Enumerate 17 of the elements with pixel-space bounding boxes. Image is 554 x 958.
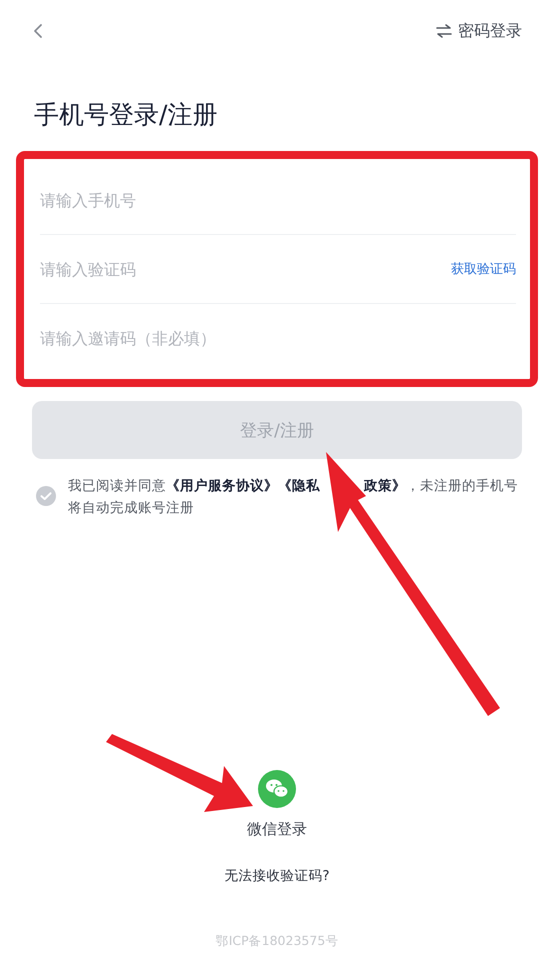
- agree-checkbox[interactable]: [36, 486, 56, 506]
- agreement-link[interactable]: 《用户服务协议》: [166, 478, 278, 494]
- input-field[interactable]: 请输入验证码: [40, 260, 451, 278]
- wechat-login-label[interactable]: 微信登录: [247, 820, 307, 839]
- agreement-link[interactable]: 政策》: [364, 478, 406, 494]
- swap-icon: [436, 24, 452, 38]
- password-login-link[interactable]: 密码登录: [436, 20, 522, 42]
- consent-text: 我已阅读并同意《用户服务协议》《隐私 政策》，未注册的手机号将自动完成账号注册: [68, 477, 519, 518]
- input-field[interactable]: 请输入邀请码（非必填）: [40, 328, 516, 348]
- footer-text: 鄂ICP备18023575号: [216, 933, 338, 950]
- get-code-link[interactable]: 获取验证码: [451, 260, 516, 278]
- input-field[interactable]: 请输入手机号: [40, 190, 516, 210]
- agreement-link[interactable]: 《隐私: [278, 478, 320, 494]
- chat-bubbles-icon[interactable]: [258, 770, 296, 808]
- help-link[interactable]: 无法接收验证码?: [224, 867, 330, 885]
- back-icon[interactable]: [32, 23, 44, 39]
- page-title: 手机号登录/注册: [34, 99, 218, 131]
